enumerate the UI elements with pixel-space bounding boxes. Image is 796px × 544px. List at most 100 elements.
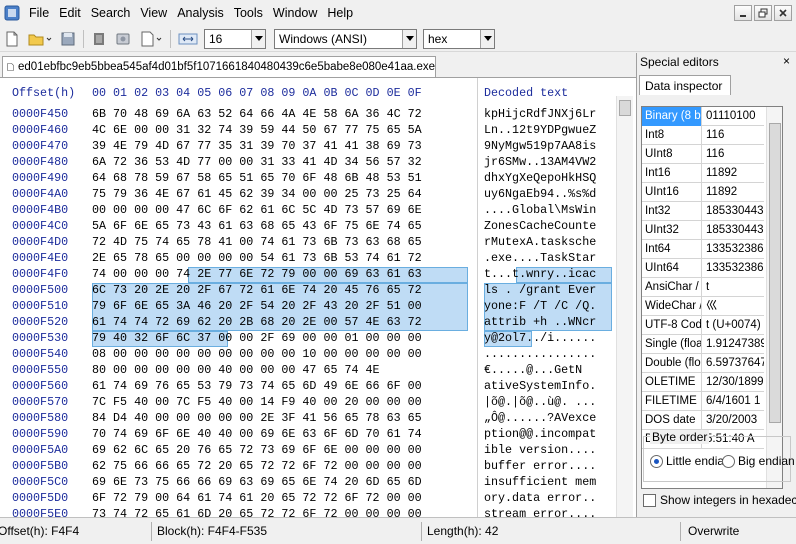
hex-row[interactable]: 0000F470 39 4E 79 4D 67 77 35 31 39 70 37…: [0, 139, 616, 155]
inspector-value[interactable]: 1335323862: [703, 240, 764, 259]
row-hex-bytes[interactable]: 74 00 00 00 74 2E 77 6E 72 79 00 00 69 6…: [92, 267, 422, 281]
hex-row[interactable]: 0000F520 61 74 74 72 69 62 20 2B 68 20 2E…: [0, 315, 616, 331]
row-decoded-text[interactable]: yone:F /T /C /Q.: [484, 299, 596, 313]
row-decoded-text[interactable]: ls . /grant Ever: [484, 283, 596, 297]
row-decoded-text[interactable]: insufficient mem: [484, 475, 596, 489]
menu-help[interactable]: Help: [322, 0, 358, 26]
row-hex-bytes[interactable]: 61 74 74 72 69 62 20 2B 68 20 2E 00 57 4…: [92, 315, 422, 329]
inspector-row[interactable]: FILETIME 6/4/1601 1: [642, 392, 764, 411]
row-hex-bytes[interactable]: 6B 70 48 69 6A 63 52 64 66 4A 4E 58 6A 3…: [92, 107, 422, 121]
bytes-per-row-select[interactable]: 16: [204, 28, 266, 49]
menu-file[interactable]: File: [24, 0, 54, 26]
inspector-value[interactable]: 1853304436: [703, 202, 764, 221]
row-hex-bytes[interactable]: 69 6E 73 75 66 66 69 63 69 65 6E 74 20 6…: [92, 475, 422, 489]
hex-row[interactable]: 0000F590 70 74 69 6F 6E 40 40 00 69 6E 63…: [0, 427, 616, 443]
menu-search[interactable]: Search: [86, 0, 136, 26]
inspector-value[interactable]: 12/30/1899: [703, 373, 764, 392]
scrollbar-thumb[interactable]: [619, 100, 631, 116]
row-decoded-text[interactable]: ory.data error..: [484, 491, 596, 505]
hex-row[interactable]: 0000F5E0 73 74 72 65 61 6D 20 65 72 72 6F…: [0, 507, 616, 517]
show-integers-hex-checkbox[interactable]: Show integers in hexadecimal: [643, 493, 796, 507]
hex-row[interactable]: 0000F540 08 00 00 00 00 00 00 00 00 00 10…: [0, 347, 616, 363]
inspector-row[interactable]: Int16 11892: [642, 164, 764, 183]
document-options-button[interactable]: [138, 30, 164, 48]
hex-row[interactable]: 0000F490 64 68 78 59 67 58 65 51 65 70 6F…: [0, 171, 616, 187]
row-hex-bytes[interactable]: 79 6F 6E 65 3A 46 20 2F 54 20 2F 43 20 2…: [92, 299, 422, 313]
row-hex-bytes[interactable]: 7C F5 40 00 7C F5 40 00 14 F9 40 00 20 0…: [92, 395, 422, 409]
row-hex-bytes[interactable]: 70 74 69 6F 6E 40 40 00 69 6E 63 6F 6D 7…: [92, 427, 422, 441]
hex-row[interactable]: 0000F500 6C 73 20 2E 20 2F 67 72 61 6E 74…: [0, 283, 616, 299]
row-hex-bytes[interactable]: 4C 6E 00 00 31 32 74 39 59 44 50 67 77 7…: [92, 123, 422, 137]
row-hex-bytes[interactable]: 39 4E 79 4D 67 77 35 31 39 70 37 41 41 3…: [92, 139, 422, 153]
inspector-row[interactable]: WideChar / char16_t⼮: [642, 297, 764, 316]
row-hex-bytes[interactable]: 08 00 00 00 00 00 00 00 00 00 10 00 00 0…: [92, 347, 422, 361]
row-hex-bytes[interactable]: 6F 72 79 00 64 61 74 61 20 65 72 72 6F 7…: [92, 491, 422, 505]
hex-row[interactable]: 0000F510 79 6F 6E 65 3A 46 20 2F 54 20 2F…: [0, 299, 616, 315]
row-decoded-text[interactable]: ible version....: [484, 443, 596, 457]
row-hex-bytes[interactable]: 80 00 00 00 00 00 40 00 00 00 47 65 74 4…: [92, 363, 380, 377]
row-decoded-text[interactable]: t...t.wnry..icac: [484, 267, 596, 281]
hex-editor-view[interactable]: Offset(h) 00 01 02 03 04 05 06 07 08 09 …: [0, 77, 636, 517]
menu-analysis[interactable]: Analysis: [172, 0, 229, 26]
hex-row[interactable]: 0000F4D0 72 4D 75 74 65 78 41 00 74 61 73…: [0, 235, 616, 251]
inspector-value[interactable]: 3/20/2003: [703, 411, 764, 430]
inspector-value[interactable]: 01110100: [703, 107, 764, 126]
row-decoded-text[interactable]: kpHijcRdfJNXj6Lr: [484, 107, 596, 121]
row-decoded-text[interactable]: ................: [484, 347, 596, 361]
inspector-value[interactable]: 116: [703, 126, 764, 145]
row-hex-bytes[interactable]: 62 75 66 66 65 72 20 65 72 72 6F 72 00 0…: [92, 459, 422, 473]
inspector-value[interactable]: t: [703, 278, 764, 297]
inspector-row[interactable]: AnsiChar / char8_tt: [642, 278, 764, 297]
row-hex-bytes[interactable]: 64 68 78 59 67 58 65 51 65 70 6F 48 6B 4…: [92, 171, 422, 185]
row-decoded-text[interactable]: y@2ol7../i......: [484, 331, 596, 345]
row-decoded-text[interactable]: |õ@.|õ@..ù@. ...: [484, 395, 596, 409]
hex-row[interactable]: 0000F5D0 6F 72 79 00 64 61 74 61 20 65 72…: [0, 491, 616, 507]
inspector-value[interactable]: 6.597376470: [703, 354, 764, 373]
row-hex-bytes[interactable]: 61 74 69 76 65 53 79 73 74 65 6D 49 6E 6…: [92, 379, 422, 393]
hex-row[interactable]: 0000F4E0 2E 65 78 65 00 00 00 00 54 61 73…: [0, 251, 616, 267]
inspector-value[interactable]: ⼮: [703, 297, 764, 316]
inspector-row[interactable]: Double (float64)6.597376470: [642, 354, 764, 373]
inspector-value[interactable]: 1853304436: [703, 221, 764, 240]
row-decoded-text[interactable]: buffer error....: [484, 459, 596, 473]
inspector-row[interactable]: UInt32 1853304436: [642, 221, 764, 240]
row-hex-bytes[interactable]: 5A 6F 6E 65 73 43 61 63 68 65 43 6F 75 6…: [92, 219, 422, 233]
hex-row[interactable]: 0000F4A0 75 79 36 4E 67 61 45 62 39 34 00…: [0, 187, 616, 203]
inspector-value[interactable]: 1335323862: [703, 259, 764, 278]
row-decoded-text[interactable]: ....Global\MsWin: [484, 203, 596, 217]
hex-row[interactable]: 0000F5B0 62 75 66 66 65 72 20 65 72 72 6F…: [0, 459, 616, 475]
row-hex-bytes[interactable]: 00 00 00 00 47 6C 6F 62 61 6C 5C 4D 73 5…: [92, 203, 422, 217]
close-panel-button[interactable]: ×: [783, 54, 790, 68]
hex-row[interactable]: 0000F480 6A 72 36 53 4D 77 00 00 31 33 41…: [0, 155, 616, 171]
inspector-row[interactable]: OLETIME 12/30/1899: [642, 373, 764, 392]
inspector-row[interactable]: UInt16 11892: [642, 183, 764, 202]
row-hex-bytes[interactable]: 72 4D 75 74 65 78 41 00 74 61 73 6B 73 6…: [92, 235, 422, 249]
row-decoded-text[interactable]: ZonesCacheCounte: [484, 219, 596, 233]
row-decoded-text[interactable]: rMutexA.tasksche: [484, 235, 596, 249]
row-hex-bytes[interactable]: 79 40 32 6F 6C 37 00 00 2F 69 00 00 01 0…: [92, 331, 422, 345]
hex-row[interactable]: 0000F4B0 00 00 00 00 47 6C 6F 62 61 6C 5C…: [0, 203, 616, 219]
menu-view[interactable]: View: [135, 0, 172, 26]
row-decoded-text[interactable]: .exe....TaskStar: [484, 251, 596, 265]
inspector-value[interactable]: 11892: [703, 183, 764, 202]
new-file-button[interactable]: [3, 30, 21, 48]
inspector-row[interactable]: UInt8 116: [642, 145, 764, 164]
inspector-row[interactable]: Binary (8 bit)01110100: [642, 107, 764, 126]
inspector-row[interactable]: UInt64 1335323862: [642, 259, 764, 278]
row-hex-bytes[interactable]: 6A 72 36 53 4D 77 00 00 31 33 41 4D 34 5…: [92, 155, 422, 169]
scrollbar-thumb[interactable]: [769, 123, 781, 423]
document-tab[interactable]: ed01ebfbc9eb5bbea545af4d01bf5f1071661840…: [2, 56, 436, 77]
hex-row[interactable]: 0000F570 7C F5 40 00 7C F5 40 00 14 F9 40…: [0, 395, 616, 411]
hex-row[interactable]: 0000F5C0 69 6E 73 75 66 66 69 63 69 65 6E…: [0, 475, 616, 491]
hex-row[interactable]: 0000F580 84 D4 40 00 00 00 00 00 2E 3F 41…: [0, 411, 616, 427]
row-decoded-text[interactable]: attrib +h ..WNcr: [484, 315, 596, 329]
row-decoded-text[interactable]: uy6NgaEb94..%s%d: [484, 187, 596, 201]
inspector-value[interactable]: 1.912473895: [703, 335, 764, 354]
row-hex-bytes[interactable]: 75 79 36 4E 67 61 45 62 39 34 00 00 25 7…: [92, 187, 422, 201]
row-decoded-text[interactable]: 9NyMgw519p7AA8is: [484, 139, 596, 153]
minimize-button[interactable]: [734, 5, 752, 21]
display-mode-select[interactable]: hex: [423, 28, 495, 49]
row-decoded-text[interactable]: jr6SMw..13AM4VW2: [484, 155, 596, 169]
row-hex-bytes[interactable]: 2E 65 78 65 00 00 00 00 54 61 73 6B 53 7…: [92, 251, 422, 265]
charset-select[interactable]: Windows (ANSI): [274, 28, 417, 49]
